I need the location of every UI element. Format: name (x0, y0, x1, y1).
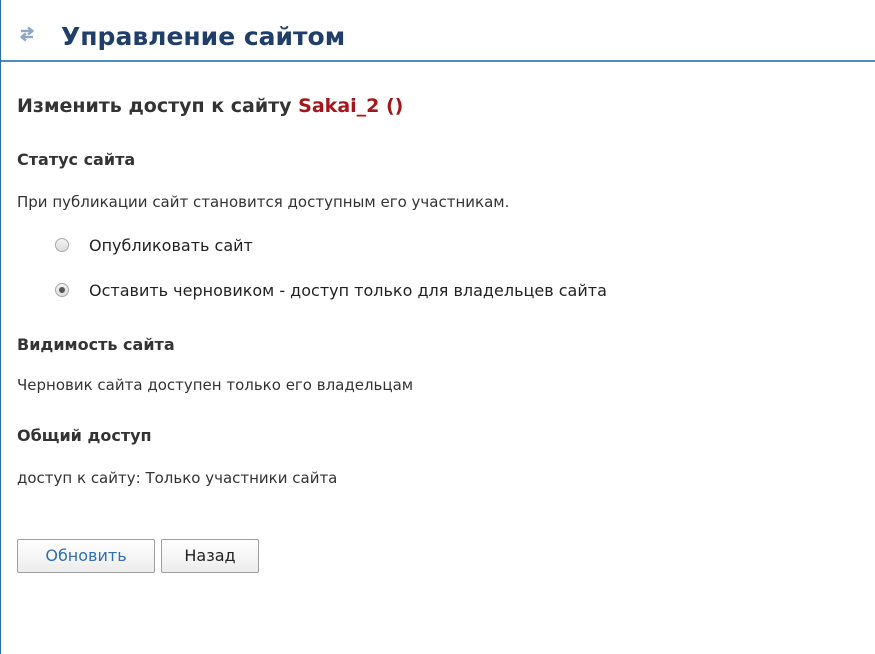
status-description: При публикации сайт становится доступным… (17, 193, 510, 211)
draft-radio[interactable] (55, 283, 69, 297)
page-heading: Изменить доступ к сайту Sakai_2 () (17, 94, 403, 118)
visibility-section-title: Видимость сайта (17, 335, 175, 354)
access-section-title: Общий доступ (17, 426, 152, 445)
tool-header: Управление сайтом (1, 0, 875, 62)
access-text: доступ к сайту: Только участники сайта (17, 469, 338, 487)
status-section-title: Статус сайта (17, 150, 136, 169)
tool-frame: Управление сайтом Изменить доступ к сайт… (0, 0, 875, 654)
publish-radio[interactable] (55, 238, 69, 252)
page-heading-text: Изменить доступ к сайту (17, 95, 292, 117)
publish-radio-label[interactable]: Опубликовать сайт (89, 236, 253, 256)
tool-title: Управление сайтом (61, 22, 346, 51)
visibility-text: Черновик сайта доступен только его владе… (17, 376, 414, 394)
draft-radio-label[interactable]: Оставить черновиком - доступ только для … (89, 281, 607, 301)
back-button[interactable]: Назад (161, 539, 259, 573)
site-name: Sakai_2 () (298, 95, 404, 117)
update-button[interactable]: Обновить (17, 539, 155, 573)
refresh-arrows-icon[interactable] (18, 25, 36, 43)
